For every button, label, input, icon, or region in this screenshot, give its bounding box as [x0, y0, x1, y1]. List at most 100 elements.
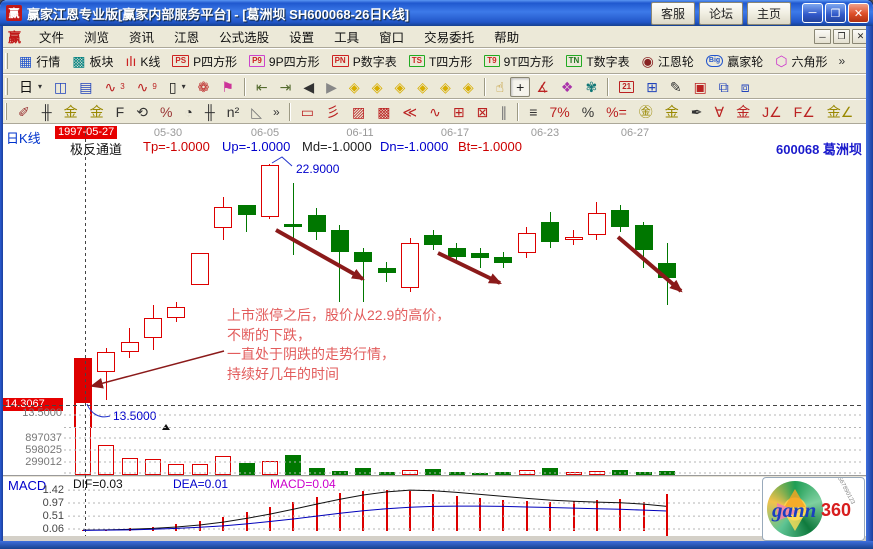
- flag-marker-icon[interactable]: ⚑: [215, 77, 240, 97]
- ink-pen-tool[interactable]: ✒: [685, 102, 709, 122]
- spiral-tool[interactable]: ⟲: [130, 102, 154, 122]
- zigzag-tool[interactable]: ∿: [423, 102, 447, 122]
- gann-fan-tool[interactable]: 彡: [320, 102, 346, 122]
- wave-tool[interactable]: ∀: [709, 102, 731, 122]
- winner-wheel-button[interactable]: Big赢家轮: [700, 50, 769, 73]
- go-first-button[interactable]: ⇤: [250, 77, 274, 97]
- menu-item-6[interactable]: 工具: [324, 25, 369, 48]
- title-bar[interactable]: 赢 赢家江恩专业版[赢家内部服务平台] - [葛洲坝 SH600068-26日K…: [0, 0, 873, 26]
- network-icon[interactable]: ⧉: [713, 77, 735, 97]
- menu-item-7[interactable]: 窗口: [369, 25, 414, 48]
- p-square-button[interactable]: PSP四方形: [166, 50, 243, 73]
- shaded-box-tool[interactable]: ▩: [371, 102, 396, 122]
- next-bar-button[interactable]: ▶: [320, 77, 343, 97]
- p-number-button[interactable]: PNP数字表: [326, 50, 403, 73]
- prev-bar-button[interactable]: ◀: [297, 77, 320, 97]
- j-angle-tool[interactable]: J∠: [756, 102, 788, 122]
- zoom-left-diamond[interactable]: ◈: [343, 77, 366, 97]
- chart-9-icon[interactable]: ∿9: [131, 77, 163, 97]
- drawing-toolbar-overflow[interactable]: »: [268, 105, 285, 119]
- golden-line-tool-1[interactable]: 金: [58, 102, 84, 122]
- 9t-square-button-label: 9T四方形: [504, 53, 554, 70]
- golden-circle-tool[interactable]: ㊎: [633, 102, 659, 122]
- parallel-lines-tool[interactable]: ∥: [494, 102, 513, 122]
- macd-readout: DEA=0.01: [173, 477, 228, 491]
- t-square-button[interactable]: TST四方形: [403, 50, 479, 73]
- grid-lines-tool[interactable]: ╫: [199, 102, 221, 122]
- golden-red-tool[interactable]: 金: [730, 102, 756, 122]
- zoom-h-diamond[interactable]: ◈: [388, 77, 411, 97]
- zoom-right-diamond[interactable]: ◈: [366, 77, 389, 97]
- go-last-button[interactable]: ⇥: [274, 77, 298, 97]
- n-square-tool[interactable]: n²: [221, 102, 245, 122]
- brush-tool[interactable]: ✐: [12, 102, 36, 122]
- calculator-icon[interactable]: ⊞: [640, 77, 664, 97]
- multi-window-icon[interactable]: ◫: [48, 77, 73, 97]
- 9t-square-button[interactable]: T99T四方形: [478, 50, 559, 73]
- maximize-button[interactable]: ❐: [825, 3, 846, 23]
- save-icon[interactable]: ▣: [688, 77, 713, 97]
- zoom-all-diamond[interactable]: ◈: [434, 77, 457, 97]
- t-number-button[interactable]: TNT数字表: [560, 50, 636, 73]
- homepage-button[interactable]: 主页: [747, 2, 791, 25]
- percent-pen-tool[interactable]: %: [154, 102, 178, 122]
- golden-line-tool-2[interactable]: 金: [84, 102, 110, 122]
- box-fan-tool[interactable]: ▨: [346, 102, 371, 122]
- set-square-tool[interactable]: ◺: [245, 102, 268, 122]
- menu-item-1[interactable]: 浏览: [74, 25, 119, 48]
- cycle-tool[interactable]: ◔: [178, 102, 198, 122]
- main-toolbar-overflow[interactable]: »: [833, 54, 850, 68]
- golden-section-tool[interactable]: 金: [659, 102, 685, 122]
- percent-lines-tool[interactable]: %=: [600, 102, 633, 122]
- calendar-icon[interactable]: 21: [613, 78, 640, 96]
- zoom-v-diamond[interactable]: ◈: [411, 77, 434, 97]
- vertical-lines-tool[interactable]: ╫: [36, 102, 58, 122]
- period-day-selector[interactable]: 日▾: [13, 77, 48, 97]
- menu-item-9[interactable]: 帮助: [484, 25, 529, 48]
- forum-button[interactable]: 论坛: [699, 2, 743, 25]
- gann-pattern-icon[interactable]: ❁: [192, 77, 216, 97]
- scale-ruler-tool[interactable]: ≡: [523, 102, 543, 122]
- shape-tool-purple[interactable]: ❖: [555, 77, 580, 97]
- crosshair-tool[interactable]: +: [510, 77, 530, 97]
- mdi-restore-button[interactable]: ❐: [833, 29, 850, 44]
- percent-tool[interactable]: %: [576, 102, 600, 122]
- zoom-reset-diamond[interactable]: ◈: [457, 77, 480, 97]
- hexagon-button[interactable]: ⬡六角形: [769, 50, 833, 73]
- hand-tool[interactable]: ☝: [490, 77, 511, 97]
- gann-wheel-button[interactable]: ◉江恩轮: [636, 50, 700, 73]
- golden-angle-tool[interactable]: 金∠: [821, 102, 860, 122]
- info-panel-icon[interactable]: ▤: [73, 77, 98, 97]
- percent-7-tool[interactable]: 7%: [543, 102, 575, 122]
- chart-3-icon[interactable]: ∿3: [98, 77, 130, 97]
- candle-style-selector[interactable]: ▯▾: [163, 77, 192, 97]
- shape-tool-teal[interactable]: ✾: [579, 77, 603, 97]
- f-angle-tool[interactable]: F∠: [788, 102, 821, 122]
- menu-item-0[interactable]: 文件: [29, 25, 74, 48]
- menu-item-2[interactable]: 资讯: [119, 25, 164, 48]
- mdi-minimize-button[interactable]: ─: [814, 29, 831, 44]
- customer-service-button[interactable]: 客服: [651, 2, 695, 25]
- menu-item-4[interactable]: 公式选股: [209, 25, 279, 48]
- angle-tool[interactable]: ∡: [530, 77, 555, 97]
- kline-button[interactable]: ılıK线: [120, 50, 167, 73]
- p-number-button-label: P数字表: [353, 53, 397, 70]
- notepad-icon[interactable]: ✎: [664, 77, 688, 97]
- grid-box-tool[interactable]: ⊞: [447, 102, 471, 122]
- grid-arrow-tool[interactable]: ⊠: [471, 102, 495, 122]
- menu-item-5[interactable]: 设置: [279, 25, 324, 48]
- ray-lines-tool[interactable]: ≪: [396, 102, 423, 122]
- sectors-button[interactable]: ▩板块: [66, 50, 119, 73]
- go-first-button-icon: ⇤: [256, 80, 268, 94]
- close-button[interactable]: ✕: [848, 3, 869, 23]
- rect-tool[interactable]: ▭: [295, 102, 320, 122]
- candle: [518, 233, 536, 253]
- trade-print-icon[interactable]: ⧈: [735, 77, 756, 97]
- 9p-square-button[interactable]: P99P四方形: [243, 50, 325, 73]
- menu-item-8[interactable]: 交易委托: [414, 25, 484, 48]
- fibonacci-tool[interactable]: F: [110, 102, 131, 122]
- menu-item-3[interactable]: 江恩: [164, 25, 209, 48]
- quotes-button[interactable]: ▦行情: [13, 50, 66, 73]
- minimize-button[interactable]: ─: [802, 3, 823, 23]
- parallel-lines-tool-icon: ∥: [500, 105, 507, 119]
